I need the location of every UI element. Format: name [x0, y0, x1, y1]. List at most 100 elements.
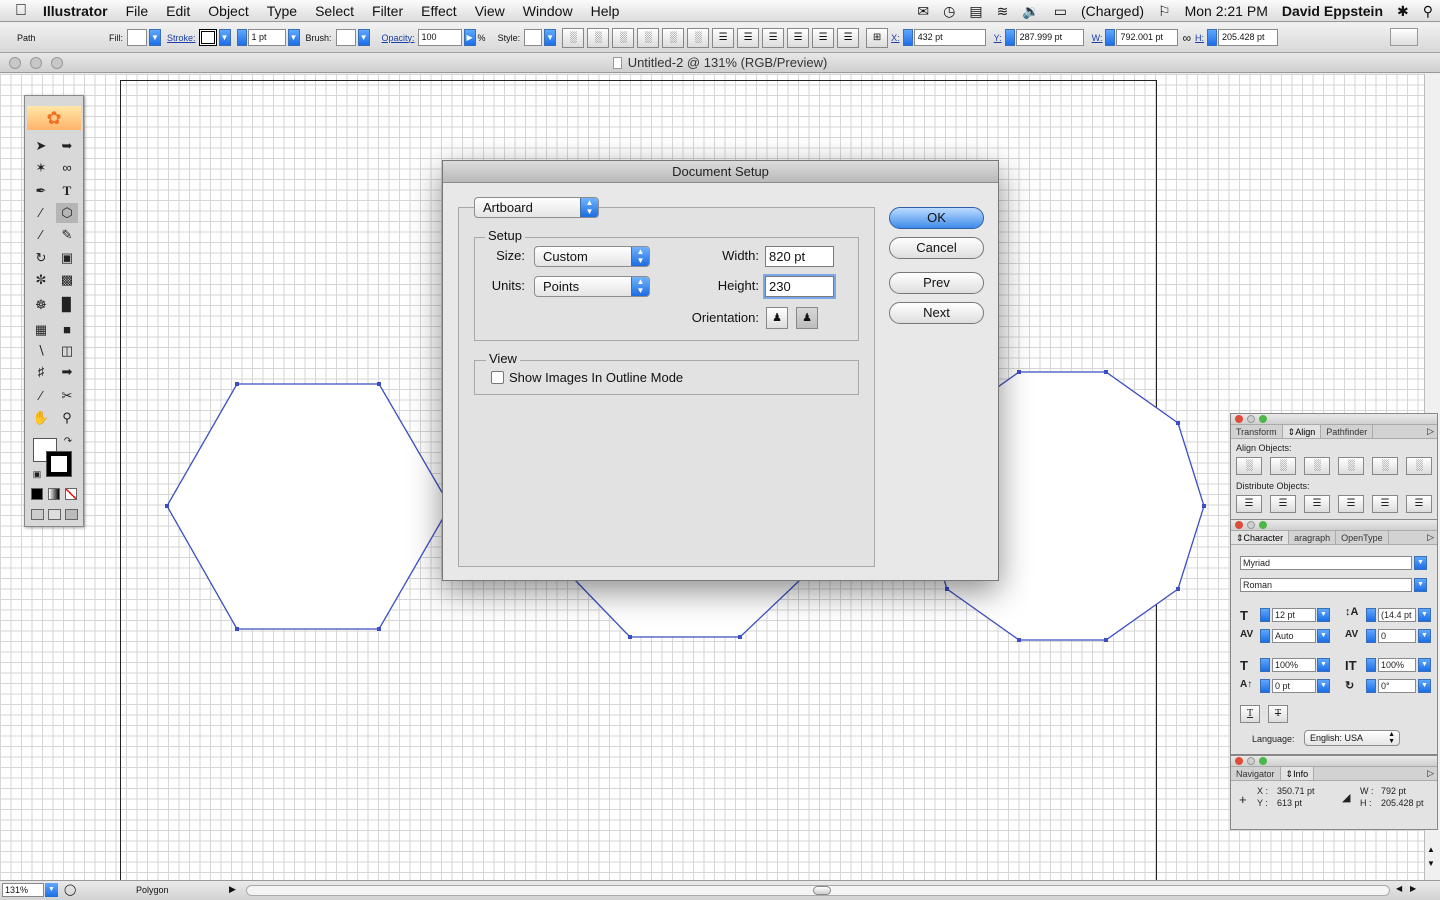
lasso-tool-icon[interactable]: ∞ [56, 158, 78, 178]
distribute-right-icon[interactable]: ☰ [1406, 495, 1432, 513]
panel-zoom-icon[interactable] [1259, 757, 1267, 765]
menu-filter[interactable]: Filter [363, 3, 412, 19]
battery-icon[interactable]: ▭ [1047, 3, 1074, 20]
none-mode-icon[interactable] [65, 488, 77, 500]
stroke-weight-stepper[interactable] [236, 29, 247, 46]
gradient-tool-icon[interactable]: ■ [56, 320, 78, 340]
mesh-tool-icon[interactable]: ▦ [30, 320, 52, 340]
font-size-dropdown[interactable]: ▼ [1317, 608, 1330, 622]
opacity-dropdown[interactable]: ▶ [463, 29, 476, 46]
units-popup[interactable]: Points ▲ ▼ [534, 276, 650, 297]
leading-field[interactable]: (14.4 pt [1378, 608, 1416, 622]
w-field[interactable]: 792.001 pt [1116, 29, 1179, 46]
paintbrush-tool-icon[interactable]: ∕ [30, 225, 52, 245]
panel-zoom-icon[interactable] [1259, 521, 1267, 529]
menu-user[interactable]: David Eppstein [1275, 3, 1390, 19]
x-field[interactable]: 432 pt [913, 29, 986, 46]
panel-close-icon[interactable] [1235, 757, 1243, 765]
apple-menu-icon[interactable]:  [8, 2, 34, 20]
underline-icon[interactable]: T [1240, 705, 1260, 723]
stroke-color-swatch[interactable] [46, 451, 72, 477]
w-stepper[interactable] [1105, 29, 1116, 46]
align-bottom-icon[interactable]: ░ [687, 27, 710, 48]
align-vcenter-icon[interactable]: ░ [1372, 457, 1398, 475]
swap-fill-stroke-icon[interactable]: ↷ [61, 432, 75, 452]
section-popup[interactable]: Artboard ▲ ▼ [474, 197, 599, 218]
x-label[interactable]: X: [891, 33, 900, 43]
zoom-window-icon[interactable] [51, 57, 63, 69]
tab-paragraph[interactable]: aragraph [1289, 531, 1337, 544]
vertical-scale-dropdown[interactable]: ▼ [1317, 658, 1330, 672]
size-popup[interactable]: Custom ▲ ▼ [534, 246, 650, 267]
font-family-dropdown[interactable]: ▼ [1414, 556, 1427, 570]
align-hcenter-icon[interactable]: ░ [1270, 457, 1296, 475]
kerning-dropdown[interactable]: ▼ [1317, 629, 1330, 643]
vertical-scale-stepper[interactable] [1260, 658, 1270, 672]
menu-type[interactable]: Type [258, 3, 306, 19]
distribute-top-icon[interactable]: ☰ [712, 27, 735, 48]
baseline-shift-field[interactable]: 0 pt [1272, 679, 1316, 693]
live-paint-bucket-tool-icon[interactable]: ♯ [30, 362, 52, 382]
next-button[interactable]: Next [889, 302, 984, 324]
horizontal-scale-dropdown[interactable]: ▼ [1418, 658, 1431, 672]
screen-mode-menubar-icon[interactable] [48, 509, 61, 520]
tab-transform[interactable]: Transform [1231, 425, 1283, 438]
slice-tool-icon[interactable]: ∕ [30, 386, 52, 406]
distribute-bottom-icon[interactable]: ☰ [762, 27, 785, 48]
tab-pathfinder[interactable]: Pathfinder [1321, 425, 1374, 438]
warp-tool-icon[interactable]: ✼ [30, 270, 52, 290]
rotation-field[interactable]: 0° [1378, 679, 1416, 693]
vertical-scale-field[interactable]: 100% [1272, 658, 1316, 672]
font-style-field[interactable]: Roman [1240, 578, 1412, 592]
align-right-icon[interactable]: ░ [612, 27, 635, 48]
w-label[interactable]: W: [1092, 33, 1103, 43]
align-right-icon[interactable]: ░ [1304, 457, 1330, 475]
magic-wand-tool-icon[interactable]: ✶ [30, 158, 52, 178]
live-paint-selection-tool-icon[interactable]: ➡ [56, 362, 78, 382]
scroll-right-arrow[interactable]: ▶ [1410, 884, 1416, 893]
landscape-orientation-icon[interactable]: ♟ [796, 307, 818, 329]
selection-tool-icon[interactable]: ➤ [30, 136, 52, 156]
menu-edit[interactable]: Edit [157, 3, 199, 19]
font-size-field[interactable]: 12 pt [1272, 608, 1316, 622]
stroke-weight-dropdown[interactable]: ▼ [287, 29, 300, 46]
scale-tool-icon[interactable]: ▣ [56, 248, 78, 268]
panel-close-icon[interactable] [1235, 521, 1243, 529]
hexagon-shape[interactable] [166, 383, 451, 630]
scroll-down-arrow[interactable]: ▼ [1427, 859, 1435, 868]
rotate-tool-icon[interactable]: ↻ [30, 248, 52, 268]
panel-menu-icon[interactable]: ▷ [1427, 426, 1434, 437]
distribute-right-icon[interactable]: ☰ [837, 27, 860, 48]
control-bar-menu-icon[interactable] [1390, 28, 1418, 46]
tab-align[interactable]: ⇕Align [1282, 425, 1322, 438]
tracking-field[interactable]: 0 [1378, 629, 1416, 643]
panel-menu-icon[interactable]: ▷ [1427, 768, 1434, 779]
distribute-bottom-icon[interactable]: ☰ [1304, 495, 1330, 513]
symbol-sprayer-tool-icon[interactable]: ☸ [30, 295, 52, 315]
menu-window[interactable]: Window [514, 3, 582, 19]
distribute-hcenter-icon[interactable]: ☰ [812, 27, 835, 48]
scroll-up-arrow[interactable]: ▲ [1427, 845, 1435, 854]
distribute-top-icon[interactable]: ☰ [1236, 495, 1262, 513]
distribute-left-icon[interactable]: ☰ [1338, 495, 1364, 513]
rotation-dropdown[interactable]: ▼ [1418, 679, 1431, 693]
panel-menu-icon[interactable]: ▷ [1427, 532, 1434, 543]
align-vcenter-icon[interactable]: ░ [662, 27, 685, 48]
panel-minimize-icon[interactable] [1247, 415, 1255, 423]
zoom-tool-icon[interactable]: ⚲ [56, 408, 78, 428]
language-popup[interactable]: English: USA ▲ ▼ [1304, 730, 1400, 746]
distribute-left-icon[interactable]: ☰ [787, 27, 810, 48]
y-field[interactable]: 287.999 pt [1015, 29, 1084, 46]
cancel-button[interactable]: Cancel [889, 237, 984, 259]
align-top-icon[interactable]: ░ [637, 27, 660, 48]
leading-dropdown[interactable]: ▼ [1418, 608, 1431, 622]
outline-mode-label[interactable]: Show Images In Outline Mode [509, 370, 683, 385]
strikethrough-icon[interactable]: T [1268, 705, 1288, 723]
font-style-dropdown[interactable]: ▼ [1414, 578, 1427, 592]
outline-mode-checkbox[interactable] [491, 371, 504, 384]
align-left-icon[interactable]: ░ [1236, 457, 1262, 475]
leading-stepper[interactable] [1366, 608, 1376, 622]
distribute-vcenter-icon[interactable]: ☰ [737, 27, 760, 48]
y-stepper[interactable] [1004, 29, 1015, 46]
y-label[interactable]: Y: [994, 33, 1002, 43]
